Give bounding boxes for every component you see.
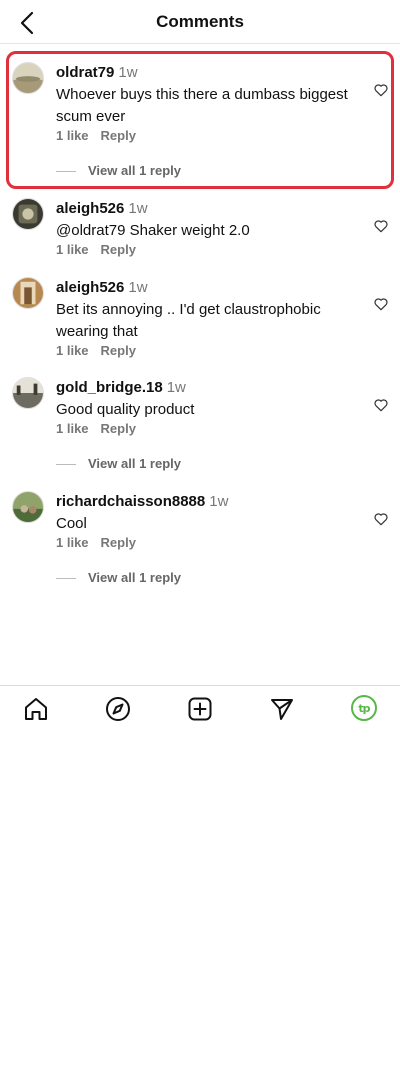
like-count[interactable]: 1 like (56, 242, 89, 257)
like-count[interactable]: 1 like (56, 421, 89, 436)
view-replies-label: View all 1 reply (88, 163, 181, 178)
comment-text: Good quality product (56, 401, 195, 418)
comment-time: 1w (128, 279, 148, 296)
explore-compass-icon (106, 697, 130, 721)
reply-button[interactable]: Reply (101, 343, 136, 358)
send-icon (271, 699, 293, 720)
like-count[interactable]: 1 like (56, 343, 89, 358)
divider (56, 171, 76, 173)
comment-text: @oldrat79 Shaker weight 2.0 (56, 222, 250, 239)
reply-button[interactable]: Reply (101, 128, 136, 143)
view-replies-button[interactable]: View all 1 reply (56, 456, 181, 471)
reply-button[interactable]: Reply (101, 242, 136, 257)
view-replies-button[interactable]: View all 1 reply (56, 570, 181, 585)
like-count[interactable]: 1 like (56, 535, 89, 550)
comment-username[interactable]: richardchaisson8888 (56, 493, 205, 510)
comment-time: 1w (166, 379, 186, 396)
comment-time: 1w (209, 493, 229, 510)
tab-home[interactable] (22, 695, 50, 723)
heart-icon[interactable] (373, 296, 389, 312)
profile-avatar: tp (358, 701, 370, 715)
comment-username[interactable]: oldrat79 (56, 64, 114, 81)
avatar[interactable] (12, 62, 44, 94)
avatar[interactable] (12, 198, 44, 230)
tab-messages[interactable] (268, 695, 296, 723)
comment-text: Whoever buys this there a dumbass bigges… (56, 86, 348, 125)
heart-icon[interactable] (373, 397, 389, 413)
comment-item: oldrat79 1w Whoever buys this there a dum… (0, 62, 400, 182)
home-icon (25, 698, 47, 720)
comment-time: 1w (118, 64, 138, 81)
heart-icon[interactable] (373, 218, 389, 234)
tab-explore[interactable] (104, 695, 132, 723)
comments-header: Comments (0, 0, 400, 44)
like-count[interactable]: 1 like (56, 128, 89, 143)
comment-item: richardchaisson8888 1w Cool 1 like Reply V… (0, 491, 400, 586)
page-title: Comments (156, 12, 244, 31)
reply-button[interactable]: Reply (101, 421, 136, 436)
create-plus-icon (188, 697, 212, 721)
view-replies-label: View all 1 reply (88, 456, 181, 471)
avatar[interactable] (12, 377, 44, 409)
heart-icon[interactable] (373, 82, 389, 98)
comment-text: Cool (56, 515, 87, 532)
comment-username[interactable]: gold_bridge.18 (56, 379, 163, 396)
comment-item: aleigh526 1w @oldrat79 Shaker weight 2.0 … (0, 198, 400, 258)
view-replies-label: View all 1 reply (88, 570, 181, 585)
reply-button[interactable]: Reply (101, 535, 136, 550)
avatar[interactable] (12, 491, 44, 523)
avatar[interactable] (12, 277, 44, 309)
view-replies-button[interactable]: View all 1 reply (56, 163, 181, 178)
comment-time: 1w (128, 200, 148, 217)
comment-item: aleigh526 1w Bet its annoying .. I'd get … (0, 277, 400, 358)
comment-username[interactable]: aleigh526 (56, 200, 124, 217)
bottom-tab-bar: tp (0, 685, 400, 731)
heart-icon[interactable] (373, 511, 389, 527)
divider (56, 578, 76, 580)
tab-profile[interactable]: tp (351, 695, 377, 721)
comment-text: Bet its annoying .. I'd get claustrophob… (56, 301, 321, 340)
comment-username[interactable]: aleigh526 (56, 279, 124, 296)
comment-item: gold_bridge.18 1w Good quality product 1 … (0, 377, 400, 472)
tab-create[interactable] (186, 695, 214, 723)
divider (56, 464, 76, 466)
